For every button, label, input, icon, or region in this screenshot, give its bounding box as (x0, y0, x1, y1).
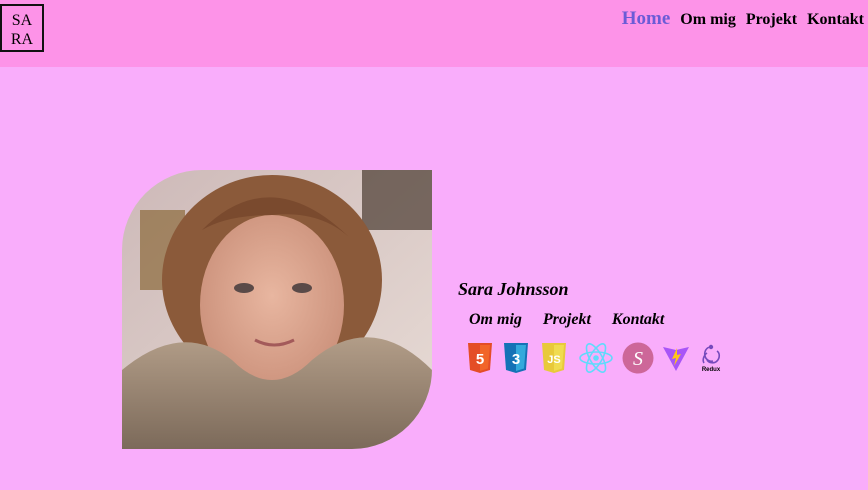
logo-line-1: SA (11, 12, 33, 29)
html5-icon: 5 (468, 343, 492, 373)
profile-link-projekt[interactable]: Projekt (543, 311, 591, 329)
svg-text:Redux: Redux (702, 367, 721, 373)
logo-line-2: RA (10, 31, 34, 48)
svg-text:S: S (633, 348, 643, 370)
nav-om-mig[interactable]: Om mig (680, 11, 736, 29)
sass-icon: S (622, 342, 654, 374)
profile-info: Sara Johnsson Om mig Projekt Kontakt 5 3… (458, 279, 724, 375)
profile-photo-image (122, 170, 432, 449)
profile-photo (122, 170, 432, 449)
vite-icon (663, 347, 689, 371)
css3-icon: 3 (504, 343, 528, 373)
svg-text:5: 5 (476, 351, 484, 368)
tech-icons: 5 3 JS S Redux (466, 341, 724, 375)
redux-icon: Redux (702, 344, 721, 373)
nav-home[interactable]: Home (622, 8, 671, 30)
profile-links: Om mig Projekt Kontakt (469, 311, 724, 329)
nav-kontakt[interactable]: Kontakt (807, 11, 864, 29)
profile-link-om-mig[interactable]: Om mig (469, 311, 522, 329)
profile-name: Sara Johnsson (458, 279, 569, 299)
react-icon (579, 343, 613, 373)
svg-text:JS: JS (547, 354, 560, 366)
site-header: SA RA Home Om mig Projekt Kontakt (0, 0, 868, 67)
javascript-icon: JS (542, 343, 566, 373)
nav-projekt[interactable]: Projekt (746, 11, 797, 29)
profile-link-kontakt[interactable]: Kontakt (612, 311, 664, 329)
main-nav: Home Om mig Projekt Kontakt (622, 8, 864, 30)
site-logo[interactable]: SA RA (0, 4, 44, 52)
svg-text:3: 3 (512, 351, 520, 368)
